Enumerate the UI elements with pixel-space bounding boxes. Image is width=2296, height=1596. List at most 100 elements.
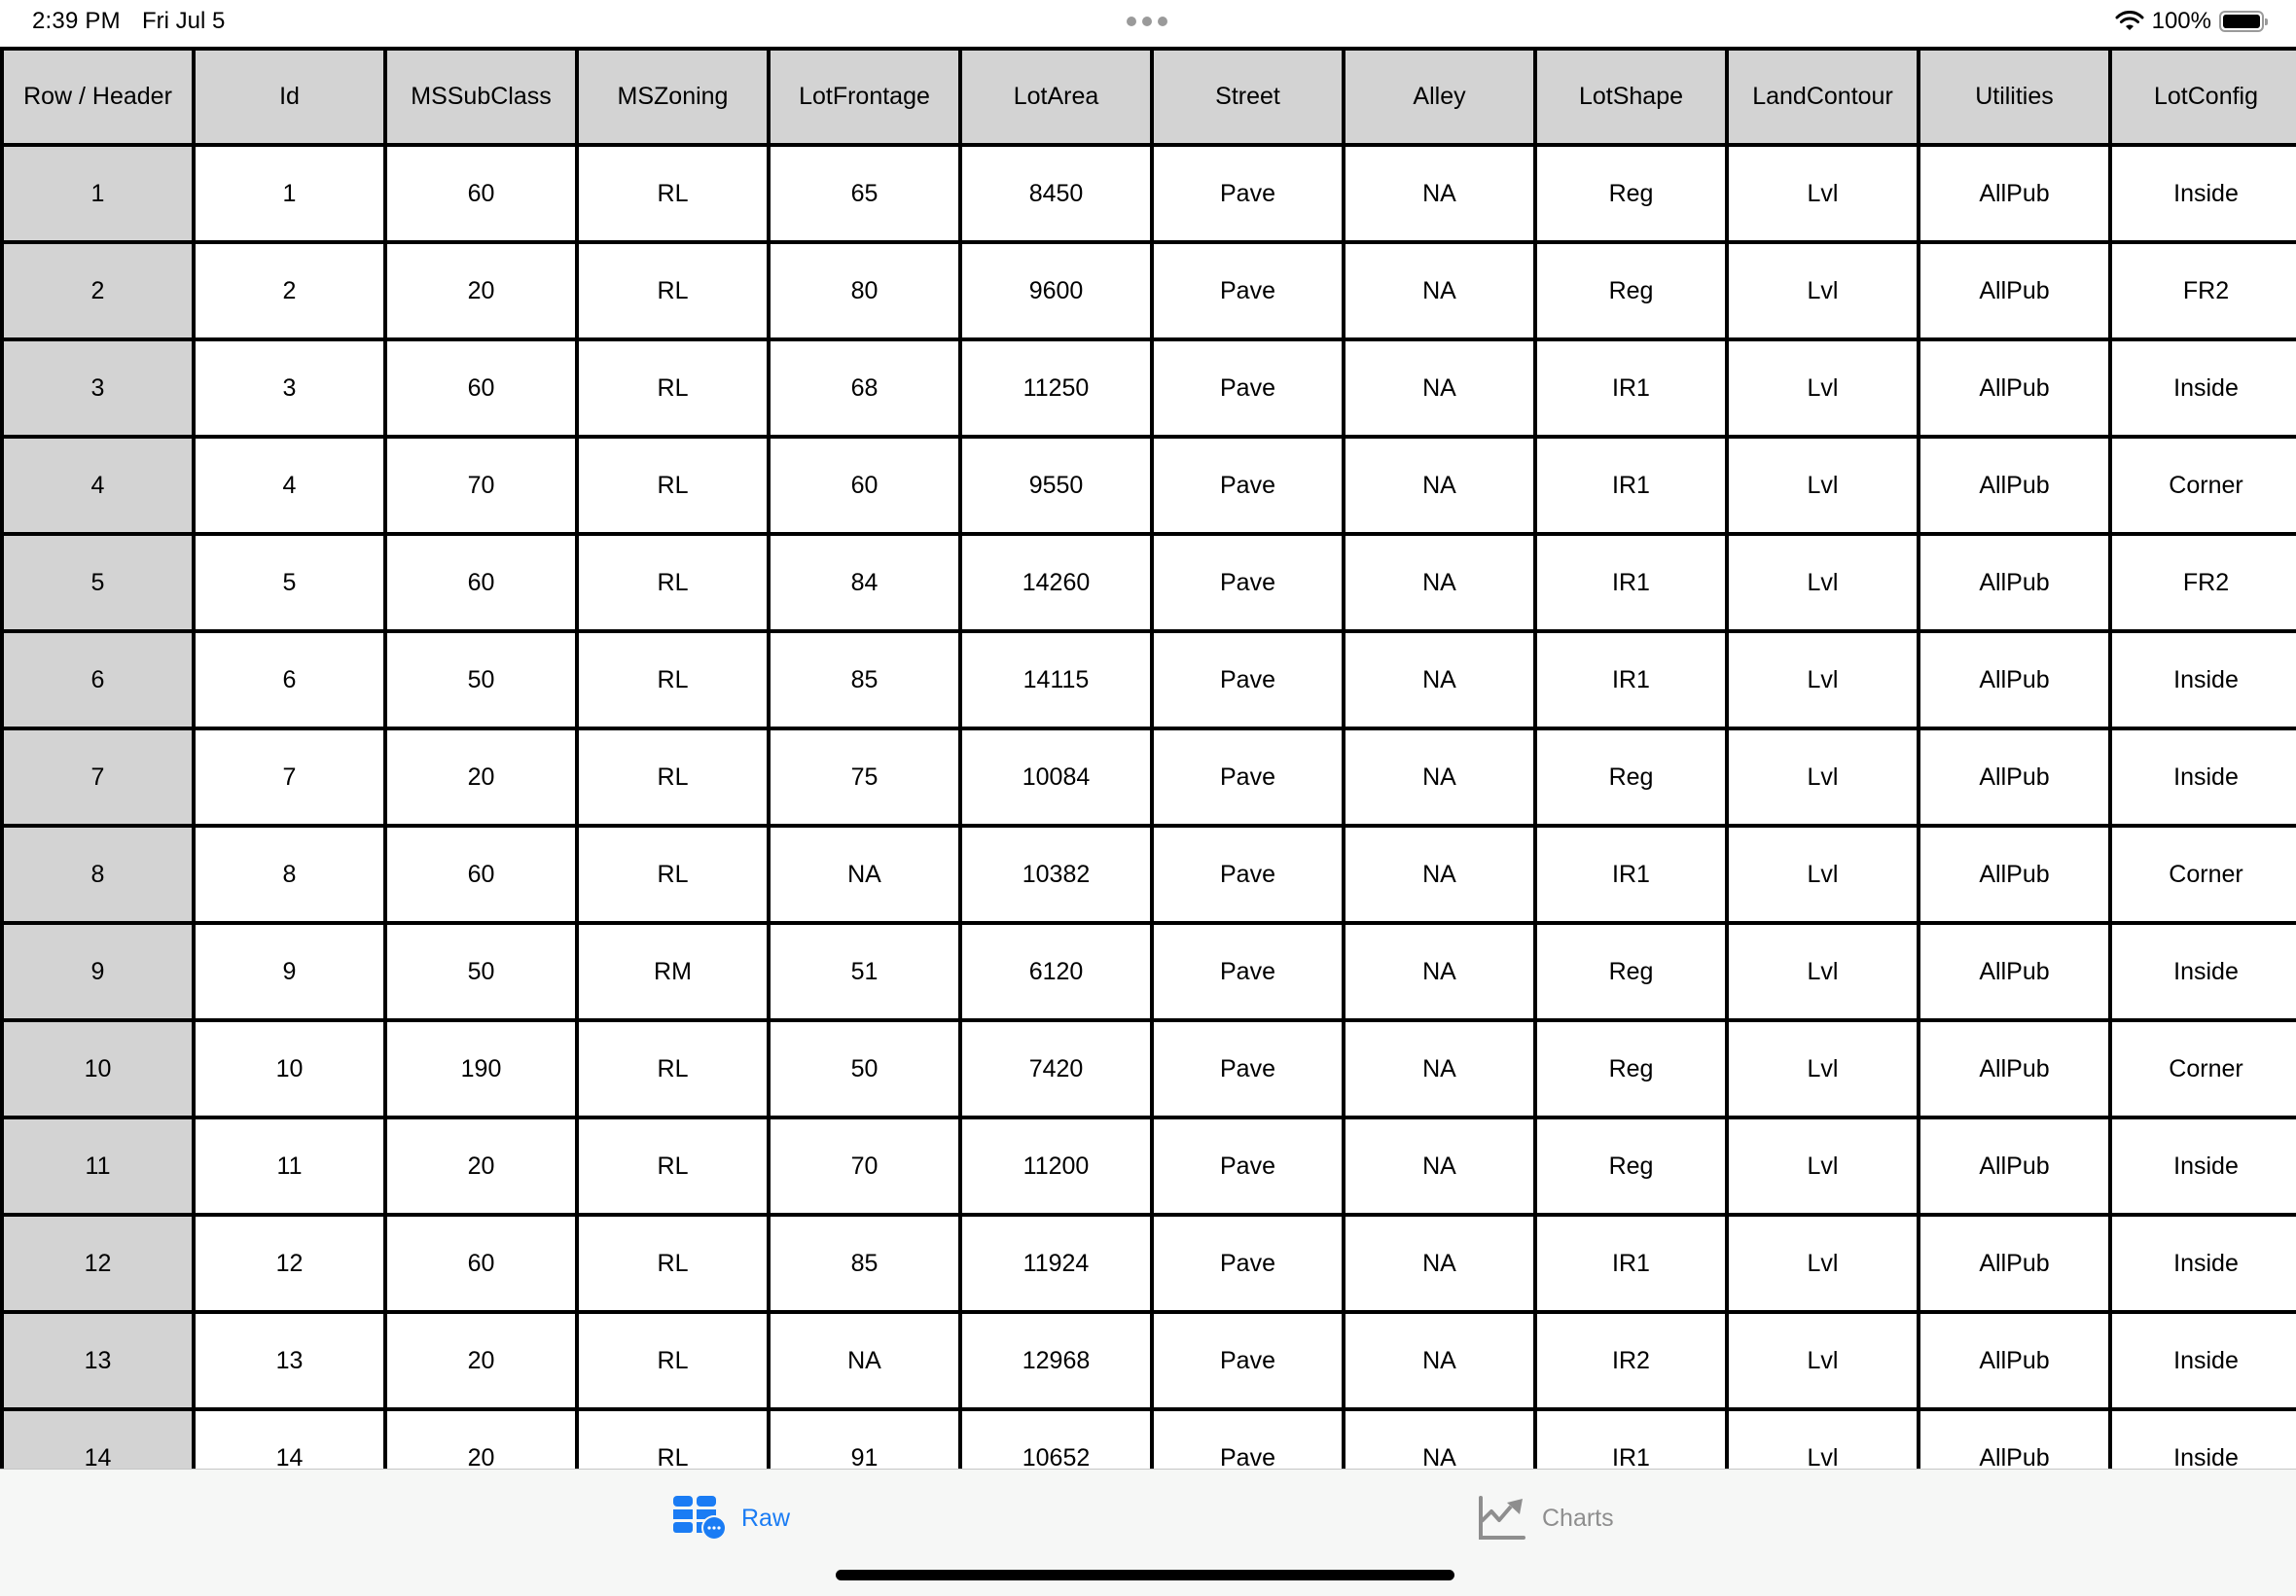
row-number[interactable]: 11	[0, 1116, 196, 1217]
table-cell[interactable]: NA	[767, 824, 962, 925]
table-cell[interactable]: AllPub	[1917, 824, 2112, 925]
table-cell[interactable]: RL	[575, 532, 771, 633]
table-cell[interactable]: 11200	[958, 1116, 1154, 1217]
table-cell[interactable]: Pave	[1150, 337, 1345, 439]
table-cell[interactable]: NA	[1342, 727, 1537, 828]
table-cell[interactable]: Reg	[1533, 921, 1729, 1022]
table-cell[interactable]: Lvl	[1725, 1018, 1920, 1119]
table-cell[interactable]: NA	[1342, 240, 1537, 341]
table-cell[interactable]: Inside	[2108, 727, 2296, 828]
table-cell[interactable]: NA	[1342, 532, 1537, 633]
table-cell[interactable]: 50	[383, 921, 579, 1022]
table-cell[interactable]: Reg	[1533, 1116, 1729, 1217]
table-cell[interactable]: 14115	[958, 629, 1154, 730]
column-header[interactable]: LotConfig	[2108, 47, 2296, 147]
table-cell[interactable]: NA	[1342, 1116, 1537, 1217]
table-cell[interactable]: 20	[383, 1407, 579, 1469]
table-cell[interactable]: 51	[767, 921, 962, 1022]
table-cell[interactable]: NA	[767, 1310, 962, 1411]
table-cell[interactable]: 68	[767, 337, 962, 439]
table-cell[interactable]: Corner	[2108, 1018, 2296, 1119]
table-cell[interactable]: Pave	[1150, 532, 1345, 633]
row-number[interactable]: 12	[0, 1213, 196, 1314]
table-cell[interactable]: 8	[192, 824, 387, 925]
table-cell[interactable]: 60	[383, 337, 579, 439]
row-number[interactable]: 6	[0, 629, 196, 730]
table-cell[interactable]: 20	[383, 1116, 579, 1217]
tab-raw[interactable]: Raw	[673, 1496, 790, 1541]
table-cell[interactable]: 13	[192, 1310, 387, 1411]
table-cell[interactable]: Corner	[2108, 824, 2296, 925]
table-cell[interactable]: Lvl	[1725, 727, 1920, 828]
column-header[interactable]: Street	[1150, 47, 1345, 147]
table-cell[interactable]: IR2	[1533, 1310, 1729, 1411]
table-cell[interactable]: Reg	[1533, 240, 1729, 341]
table-cell[interactable]: Pave	[1150, 1116, 1345, 1217]
table-cell[interactable]: 60	[383, 1213, 579, 1314]
column-header[interactable]: Id	[192, 47, 387, 147]
table-cell[interactable]: 14260	[958, 532, 1154, 633]
table-cell[interactable]: Lvl	[1725, 435, 1920, 536]
table-cell[interactable]: 190	[383, 1018, 579, 1119]
table-cell[interactable]: Lvl	[1725, 143, 1920, 244]
table-cell[interactable]: 9600	[958, 240, 1154, 341]
table-cell[interactable]: Pave	[1150, 1310, 1345, 1411]
table-cell[interactable]: 6	[192, 629, 387, 730]
table-cell[interactable]: IR1	[1533, 629, 1729, 730]
row-number[interactable]: 3	[0, 337, 196, 439]
table-cell[interactable]: AllPub	[1917, 532, 2112, 633]
table-cell[interactable]: 80	[767, 240, 962, 341]
table-cell[interactable]: 65	[767, 143, 962, 244]
column-header[interactable]: Alley	[1342, 47, 1537, 147]
table-cell[interactable]: FR2	[2108, 532, 2296, 633]
table-cell[interactable]: 60	[383, 532, 579, 633]
row-header-corner[interactable]: Row / Header	[0, 47, 196, 147]
table-cell[interactable]: Lvl	[1725, 921, 1920, 1022]
home-indicator[interactable]	[836, 1570, 1454, 1580]
table-cell[interactable]: AllPub	[1917, 1407, 2112, 1469]
table-cell[interactable]: Lvl	[1725, 824, 1920, 925]
table-cell[interactable]: RL	[575, 240, 771, 341]
table-cell[interactable]: RL	[575, 143, 771, 244]
table-cell[interactable]: AllPub	[1917, 240, 2112, 341]
table-cell[interactable]: 85	[767, 1213, 962, 1314]
table-cell[interactable]: RL	[575, 435, 771, 536]
table-cell[interactable]: NA	[1342, 629, 1537, 730]
column-header[interactable]: LotShape	[1533, 47, 1729, 147]
table-cell[interactable]: RL	[575, 1018, 771, 1119]
table-cell[interactable]: 70	[767, 1116, 962, 1217]
multitasking-dots-icon[interactable]	[1127, 17, 1167, 26]
table-cell[interactable]: 11924	[958, 1213, 1154, 1314]
table-cell[interactable]: NA	[1342, 1310, 1537, 1411]
column-header[interactable]: LotFrontage	[767, 47, 962, 147]
column-header[interactable]: LotArea	[958, 47, 1154, 147]
table-cell[interactable]: 1	[192, 143, 387, 244]
table-cell[interactable]: 14	[192, 1407, 387, 1469]
table-cell[interactable]: 70	[383, 435, 579, 536]
table-cell[interactable]: 10652	[958, 1407, 1154, 1469]
table-cell[interactable]: Lvl	[1725, 337, 1920, 439]
table-cell[interactable]: Pave	[1150, 240, 1345, 341]
table-cell[interactable]: Pave	[1150, 1407, 1345, 1469]
table-cell[interactable]: NA	[1342, 921, 1537, 1022]
table-cell[interactable]: AllPub	[1917, 1310, 2112, 1411]
row-number[interactable]: 5	[0, 532, 196, 633]
column-header[interactable]: MSZoning	[575, 47, 771, 147]
row-number[interactable]: 7	[0, 727, 196, 828]
table-cell[interactable]: Pave	[1150, 143, 1345, 244]
column-header[interactable]: MSSubClass	[383, 47, 579, 147]
column-header[interactable]: Utilities	[1917, 47, 2112, 147]
table-cell[interactable]: 6120	[958, 921, 1154, 1022]
table-cell[interactable]: Inside	[2108, 1407, 2296, 1469]
table-cell[interactable]: Lvl	[1725, 1213, 1920, 1314]
table-cell[interactable]: RL	[575, 1407, 771, 1469]
table-cell[interactable]: 11250	[958, 337, 1154, 439]
row-number[interactable]: 4	[0, 435, 196, 536]
row-number[interactable]: 13	[0, 1310, 196, 1411]
table-cell[interactable]: Pave	[1150, 1213, 1345, 1314]
row-number[interactable]: 9	[0, 921, 196, 1022]
table-cell[interactable]: 8450	[958, 143, 1154, 244]
table-cell[interactable]: Lvl	[1725, 240, 1920, 341]
table-cell[interactable]: Pave	[1150, 921, 1345, 1022]
table-cell[interactable]: NA	[1342, 143, 1537, 244]
